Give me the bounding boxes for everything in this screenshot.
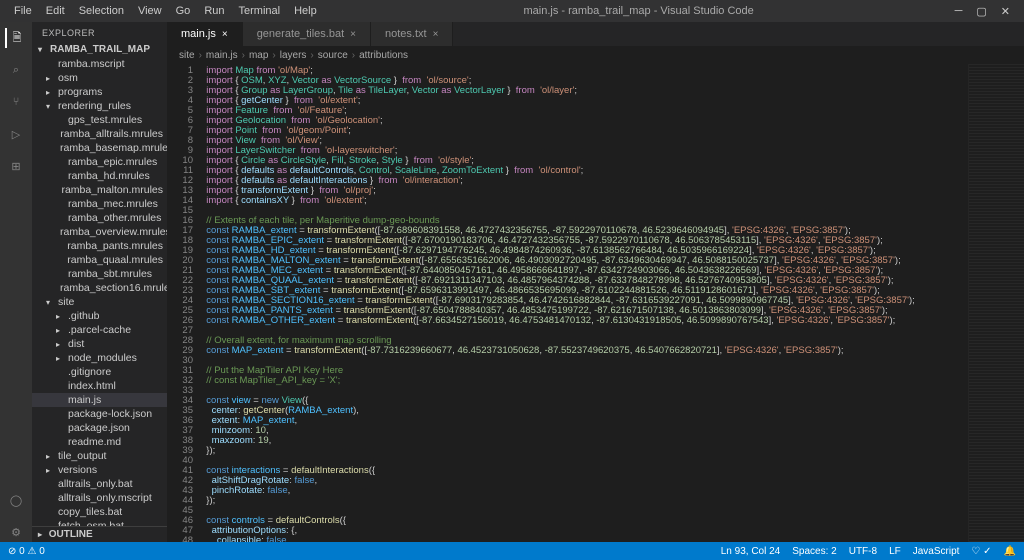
file-gps_test.mrules[interactable]: gps_test.mrules xyxy=(32,113,167,127)
menu-file[interactable]: File xyxy=(8,3,38,19)
folder-versions[interactable]: ▸ versions xyxy=(32,463,167,477)
menu-view[interactable]: View xyxy=(132,3,168,19)
editor-tabs: main.js×generate_tiles.bat×notes.txt× xyxy=(167,22,1024,46)
tab-close-icon[interactable]: × xyxy=(433,29,439,40)
statusbar: ⊘ 0 ⚠ 0 Ln 93, Col 24Spaces: 2UTF-8LFJav… xyxy=(0,542,1024,560)
titlebar: FileEditSelectionViewGoRunTerminalHelp m… xyxy=(0,0,1024,22)
code[interactable]: import Map from 'ol/Map'; import { OSM, … xyxy=(201,64,968,542)
breadcrumb-layers[interactable]: layers xyxy=(280,50,307,61)
file-ramba_section16.mrules[interactable]: ramba_section16.mrules xyxy=(32,281,167,295)
file-ramba.mscript[interactable]: ramba.mscript xyxy=(32,57,167,71)
explorer-title: EXPLORER xyxy=(32,22,167,42)
folder-site[interactable]: ▾ site xyxy=(32,295,167,309)
activity-bar: 🗎 ⌕ ⑂ ▷ ⊞ ◯ ⚙ xyxy=(0,22,32,542)
file-ramba_mec.mrules[interactable]: ramba_mec.mrules xyxy=(32,197,167,211)
settings-icon[interactable]: ⚙ xyxy=(6,522,26,542)
tab-notes.txt[interactable]: notes.txt× xyxy=(371,22,453,46)
menu-help[interactable]: Help xyxy=(288,3,323,19)
file-package-lock.json[interactable]: package-lock.json xyxy=(32,407,167,421)
folder-node_modules[interactable]: ▸ node_modules xyxy=(32,351,167,365)
menu-selection[interactable]: Selection xyxy=(73,3,130,19)
breadcrumb-map[interactable]: map xyxy=(249,50,268,61)
folder-rendering_rules[interactable]: ▾ rendering_rules xyxy=(32,99,167,113)
folder-dist[interactable]: ▸ dist xyxy=(32,337,167,351)
outline-header[interactable]: ▸ OUTLINE xyxy=(32,526,167,542)
menu-edit[interactable]: Edit xyxy=(40,3,71,19)
breadcrumbs[interactable]: site›main.js›map›layers›source›attributi… xyxy=(167,46,1024,64)
file-ramba_hd.mrules[interactable]: ramba_hd.mrules xyxy=(32,169,167,183)
close-icon[interactable]: ✕ xyxy=(1001,5,1010,18)
file-ramba_overview.mrules[interactable]: ramba_overview.mrules xyxy=(32,225,167,239)
menu-go[interactable]: Go xyxy=(170,3,197,19)
file-fetch_osm.bat[interactable]: fetch_osm.bat xyxy=(32,519,167,526)
file-package.json[interactable]: package.json xyxy=(32,421,167,435)
maximize-icon[interactable]: ▢ xyxy=(976,5,986,18)
file-index.html[interactable]: index.html xyxy=(32,379,167,393)
breadcrumb-attributions[interactable]: attributions xyxy=(359,50,408,61)
code-editor[interactable]: 1234567891011121314151617181920212223242… xyxy=(167,64,1024,542)
run-debug-icon[interactable]: ▷ xyxy=(6,124,26,144)
chevron-right-icon: ▸ xyxy=(38,530,46,539)
tab-generate_tiles.bat[interactable]: generate_tiles.bat× xyxy=(243,22,371,46)
menu-terminal[interactable]: Terminal xyxy=(233,3,287,19)
tab-close-icon[interactable]: × xyxy=(222,29,228,40)
menubar: FileEditSelectionViewGoRunTerminalHelp xyxy=(8,3,323,19)
search-icon[interactable]: ⌕ xyxy=(6,60,26,80)
file-alltrails_only.bat[interactable]: alltrails_only.bat xyxy=(32,477,167,491)
folder-osm[interactable]: ▸ osm xyxy=(32,71,167,85)
status-right[interactable]: Ln 93, Col 24Spaces: 2UTF-8LFJavaScript♡… xyxy=(721,546,1016,557)
accounts-icon[interactable]: ◯ xyxy=(6,490,26,510)
file-ramba_pants.mrules[interactable]: ramba_pants.mrules xyxy=(32,239,167,253)
status-left[interactable]: ⊘ 0 ⚠ 0 xyxy=(8,546,45,557)
file-readme.md[interactable]: readme.md xyxy=(32,435,167,449)
chevron-down-icon: ▾ xyxy=(38,45,46,54)
file-ramba_malton.mrules[interactable]: ramba_malton.mrules xyxy=(32,183,167,197)
window-title: main.js - ramba_trail_map - Visual Studi… xyxy=(323,5,955,17)
file-ramba_other.mrules[interactable]: ramba_other.mrules xyxy=(32,211,167,225)
gutter: 1234567891011121314151617181920212223242… xyxy=(167,64,201,542)
file-.gitignore[interactable]: .gitignore xyxy=(32,365,167,379)
file-ramba_basemap.mrules[interactable]: ramba_basemap.mrules xyxy=(32,141,167,155)
file-ramba_sbt.mrules[interactable]: ramba_sbt.mrules xyxy=(32,267,167,281)
source-control-icon[interactable]: ⑂ xyxy=(6,92,26,112)
breadcrumb-main.js[interactable]: main.js xyxy=(206,50,238,61)
file-copy_tiles.bat[interactable]: copy_tiles.bat xyxy=(32,505,167,519)
minimap[interactable] xyxy=(968,64,1024,542)
file-ramba_alltrails.mrules[interactable]: ramba_alltrails.mrules xyxy=(32,127,167,141)
folder-.github[interactable]: ▸ .github xyxy=(32,309,167,323)
editor-area: main.js×generate_tiles.bat×notes.txt× si… xyxy=(167,22,1024,542)
file-alltrails_only.mscript[interactable]: alltrails_only.mscript xyxy=(32,491,167,505)
project-header[interactable]: ▾ RAMBA_TRAIL_MAP xyxy=(32,42,167,57)
breadcrumb-source[interactable]: source xyxy=(318,50,348,61)
folder-tile_output[interactable]: ▸ tile_output xyxy=(32,449,167,463)
file-ramba_epic.mrules[interactable]: ramba_epic.mrules xyxy=(32,155,167,169)
folder-programs[interactable]: ▸ programs xyxy=(32,85,167,99)
explorer-icon[interactable]: 🗎 xyxy=(5,28,25,48)
folder-.parcel-cache[interactable]: ▸ .parcel-cache xyxy=(32,323,167,337)
breadcrumb-site[interactable]: site xyxy=(179,50,195,61)
extensions-icon[interactable]: ⊞ xyxy=(6,156,26,176)
file-ramba_quaal.mrules[interactable]: ramba_quaal.mrules xyxy=(32,253,167,267)
file-main.js[interactable]: main.js xyxy=(32,393,167,407)
window-controls: ─ ▢ ✕ xyxy=(955,5,1016,18)
tab-main.js[interactable]: main.js× xyxy=(167,22,243,46)
minimize-icon[interactable]: ─ xyxy=(955,5,963,18)
menu-run[interactable]: Run xyxy=(198,3,230,19)
explorer-sidebar: EXPLORER ▾ RAMBA_TRAIL_MAP ramba.mscript… xyxy=(32,22,167,542)
file-tree: ramba.mscript▸ osm▸ programs▾ rendering_… xyxy=(32,57,167,526)
tab-close-icon[interactable]: × xyxy=(350,29,356,40)
